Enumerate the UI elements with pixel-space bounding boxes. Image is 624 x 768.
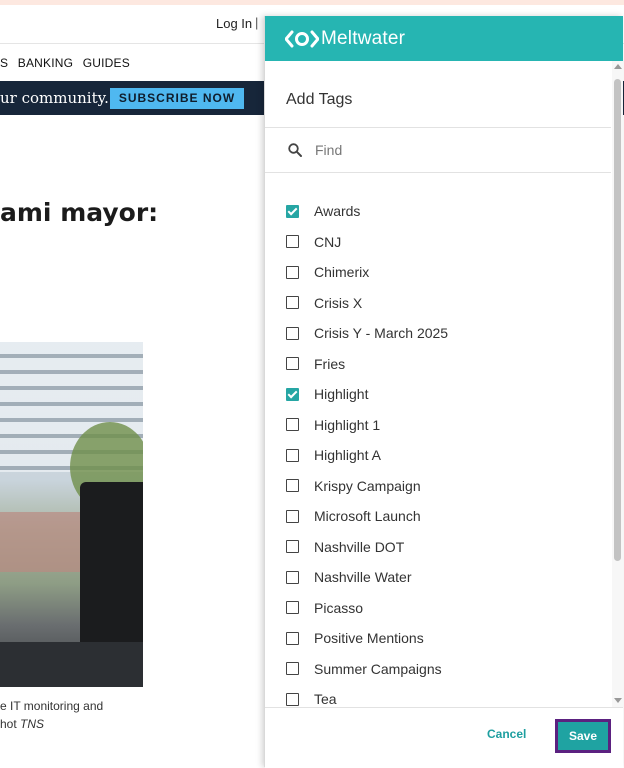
tag-label: CNJ — [314, 233, 342, 250]
tag-label: Positive Mentions — [314, 630, 424, 646]
tag-checkbox[interactable] — [286, 662, 299, 675]
tag-item-fries[interactable]: Fries — [286, 352, 345, 376]
tag-item-chimerix[interactable]: Chimerix — [286, 260, 369, 284]
panel-body: Add Tags Awards CNJ Chimerix Crisis X Cr… — [265, 61, 623, 707]
tag-item-highlight-a[interactable]: Highlight A — [286, 443, 381, 467]
tag-item-picasso[interactable]: Picasso — [286, 596, 363, 620]
tag-search-row — [265, 128, 611, 173]
tag-item-highlight-1[interactable]: Highlight 1 — [286, 413, 380, 437]
tag-label: Awards — [314, 203, 361, 219]
tag-label: Nashville Water — [314, 569, 412, 585]
search-icon — [288, 143, 302, 157]
promo-text: ur community. — [0, 89, 109, 107]
scrollbar-thumb[interactable] — [614, 79, 621, 561]
tag-label: Summer Campaigns — [314, 660, 442, 677]
tag-label: Tea — [314, 691, 337, 707]
meltwater-logo: Meltwater — [285, 27, 405, 51]
tag-checkbox[interactable] — [286, 692, 299, 706]
nav-item-guides[interactable]: GUIDES — [83, 56, 130, 70]
caption-line-2: hot TNS — [0, 715, 103, 733]
tag-checkbox[interactable] — [286, 204, 299, 218]
caption-line-2-text: hot — [0, 717, 21, 731]
panel-footer: Cancel Save — [265, 707, 623, 768]
cancel-button[interactable]: Cancel — [487, 727, 526, 741]
tag-checkbox[interactable] — [286, 296, 299, 309]
tag-item-summer-campaigns[interactable]: Summer Campaigns — [286, 657, 442, 681]
tag-label: Crisis Y - March 2025 — [314, 325, 449, 341]
tag-label: Krispy Campaign — [314, 477, 421, 494]
panel-title: Add Tags — [286, 91, 353, 108]
tag-label: Fries — [314, 355, 346, 372]
tag-checkbox[interactable] — [286, 509, 299, 523]
tag-label: Microsoft Launch — [314, 508, 421, 524]
tag-item-krispy-campaign[interactable]: Krispy Campaign — [286, 474, 421, 498]
scroll-up-arrow-icon[interactable] — [614, 64, 622, 69]
photo-table — [0, 642, 143, 687]
tag-label: Highlight — [314, 386, 369, 402]
tag-checkbox[interactable] — [286, 601, 299, 614]
save-button[interactable]: Save — [555, 719, 611, 753]
meltwater-logo-text: Meltwater — [321, 28, 406, 49]
tag-item-microsoft-launch[interactable]: Microsoft Launch — [286, 504, 421, 528]
nav-item-partial[interactable]: S — [0, 56, 8, 70]
caption-credit: TNS — [20, 717, 45, 731]
tag-checkbox[interactable] — [286, 418, 299, 431]
login-separator: | — [255, 15, 259, 30]
scroll-down-arrow-icon[interactable] — [614, 698, 622, 703]
tag-item-positive-mentions[interactable]: Positive Mentions — [286, 626, 424, 650]
panel-header: Meltwater — [265, 16, 623, 61]
tag-item-crisis-x[interactable]: Crisis X — [286, 291, 362, 315]
tag-item-nashville-dot[interactable]: Nashville DOT — [286, 535, 404, 559]
tag-checkbox[interactable] — [286, 479, 299, 492]
nav-item-banking[interactable]: BANKING — [18, 56, 73, 70]
login-link[interactable]: Log In — [216, 16, 252, 31]
photo-chair — [80, 482, 143, 652]
tag-label: Picasso — [314, 599, 364, 616]
tag-checkbox[interactable] — [286, 326, 299, 340]
subscribe-now-button[interactable]: SUBSCRIBE NOW — [110, 88, 244, 109]
tag-item-tea[interactable]: Tea — [286, 687, 337, 707]
tag-label: Highlight 1 — [314, 416, 381, 433]
tag-label: Crisis X — [314, 294, 363, 311]
tag-checkbox[interactable] — [286, 540, 299, 553]
article-photo — [0, 342, 143, 687]
nav-items: S BANKING GUIDES — [0, 56, 136, 70]
tag-item-awards[interactable]: Awards — [286, 199, 360, 223]
meltwater-logo-icon — [285, 30, 319, 48]
tag-list-scrollbar[interactable] — [612, 61, 623, 707]
tag-checkbox[interactable] — [286, 357, 299, 370]
tag-item-highlight[interactable]: Highlight — [286, 382, 368, 406]
photo-caption: e IT monitoring and hot TNS — [0, 697, 103, 733]
tag-checkbox[interactable] — [286, 387, 299, 401]
article-headline[interactable]: ami mayor: — [0, 198, 158, 227]
tag-checkbox[interactable] — [286, 265, 299, 279]
tag-label: Nashville DOT — [314, 538, 405, 555]
tag-label: Highlight A — [314, 447, 381, 463]
tag-item-nashville-water[interactable]: Nashville Water — [286, 565, 412, 589]
photo-roof — [0, 512, 90, 572]
tag-search-input[interactable] — [315, 138, 595, 162]
tag-checkbox[interactable] — [286, 448, 299, 462]
tag-checkbox[interactable] — [286, 570, 299, 584]
tag-checkbox[interactable] — [286, 235, 299, 248]
caption-line-1: e IT monitoring and — [0, 699, 104, 713]
meltwater-add-tags-panel: Meltwater Add Tags Awards CNJ Chimerix C… — [264, 16, 623, 768]
tag-item-crisis-y-march-2025[interactable]: Crisis Y - March 2025 — [286, 321, 448, 345]
tag-checkbox[interactable] — [286, 631, 299, 645]
tag-label: Chimerix — [314, 264, 370, 280]
tag-item-cnj[interactable]: CNJ — [286, 230, 341, 254]
